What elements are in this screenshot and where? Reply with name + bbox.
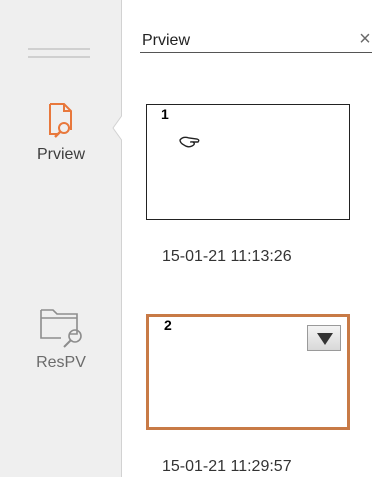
triangle-down-icon	[317, 333, 333, 345]
thumbnail-index: 1	[161, 106, 169, 122]
thumbnail-menu-button[interactable]	[307, 325, 341, 351]
sidebar-item-preview[interactable]: Prview	[0, 100, 122, 210]
sidebar: Prview ResPV	[0, 0, 122, 477]
folder-search-icon	[40, 309, 82, 348]
preview-thumbnail[interactable]: 1	[146, 104, 350, 220]
document-search-icon	[49, 103, 72, 138]
panel-title: Prview	[142, 32, 191, 49]
close-button[interactable]: ×	[356, 29, 374, 49]
preview-thumbnail-selected[interactable]: 2	[146, 314, 350, 430]
thumbnail-timestamp: 15-01-21 11:29:57	[162, 458, 292, 475]
hand-cursor-icon	[179, 136, 200, 148]
sidebar-item-label: ResPV	[36, 354, 86, 371]
thumbnail-timestamp: 15-01-21 11:13:26	[162, 248, 292, 265]
sidebar-item-label: Prview	[36, 146, 85, 163]
sidebar-item-respv[interactable]: ResPV	[0, 300, 122, 410]
panel-header: Prview ×	[140, 24, 372, 53]
preview-panel: Prview × 1 15-01-21 11:13:26 2 15-01-21 …	[122, 0, 374, 477]
hamburger-icon[interactable]	[26, 40, 92, 70]
thumbnail-index: 2	[164, 317, 172, 333]
